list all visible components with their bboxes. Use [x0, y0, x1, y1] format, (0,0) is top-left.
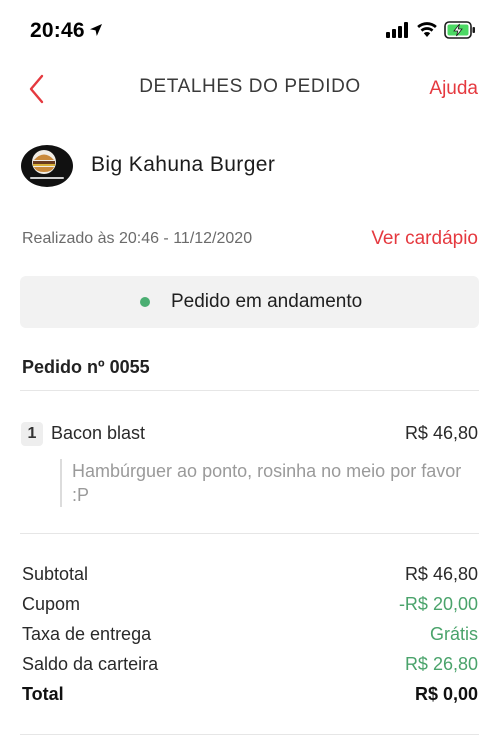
wifi-icon: [417, 22, 437, 37]
item-name: Bacon blast: [51, 423, 146, 443]
coupon-label: Cupom: [22, 594, 81, 614]
total-value: R$ 0,00: [414, 684, 478, 704]
delivery-fee-value: Grátis: [429, 624, 478, 644]
item-quantity-badge: 1: [21, 422, 43, 446]
order-placed-at: Realizado às 20:46 - 11/12/2020: [22, 230, 253, 247]
delivery-fee-label: Taxa de entrega: [22, 624, 152, 644]
order-number: Pedido nº 0055: [22, 357, 150, 377]
restaurant-logo: [21, 145, 73, 187]
item-price: R$ 46,80: [404, 423, 478, 443]
cellular-signal-icon: [386, 22, 408, 38]
wallet-balance-label: Saldo da carteira: [22, 654, 159, 674]
total-label: Total: [22, 684, 64, 704]
wallet-balance-value: R$ 26,80: [404, 654, 478, 674]
subtotal-value: R$ 46,80: [404, 564, 478, 584]
divider: [20, 533, 479, 534]
status-dot-icon: [140, 297, 150, 307]
divider: [20, 734, 479, 735]
order-status-text: Pedido em andamento: [171, 291, 363, 312]
item-note-bar: [60, 459, 62, 507]
item-note: Hambúrguer ao ponto, rosinha no meio por…: [72, 461, 462, 505]
restaurant-name: Big Kahuna Burger: [91, 153, 276, 176]
order-status-box: Pedido em andamento: [20, 276, 479, 328]
page-title: DETALHES DO PEDIDO: [139, 76, 361, 97]
status-bar: 20:46: [0, 0, 500, 60]
status-time: 20:46: [30, 19, 85, 42]
divider: [20, 390, 479, 391]
battery-charging-icon: [444, 21, 475, 39]
help-link[interactable]: Ajuda: [429, 78, 478, 100]
coupon-value: -R$ 20,00: [398, 594, 478, 614]
location-arrow-icon: [90, 24, 102, 36]
subtotal-label: Subtotal: [22, 564, 89, 584]
view-menu-link[interactable]: Ver cardápio: [371, 228, 478, 250]
